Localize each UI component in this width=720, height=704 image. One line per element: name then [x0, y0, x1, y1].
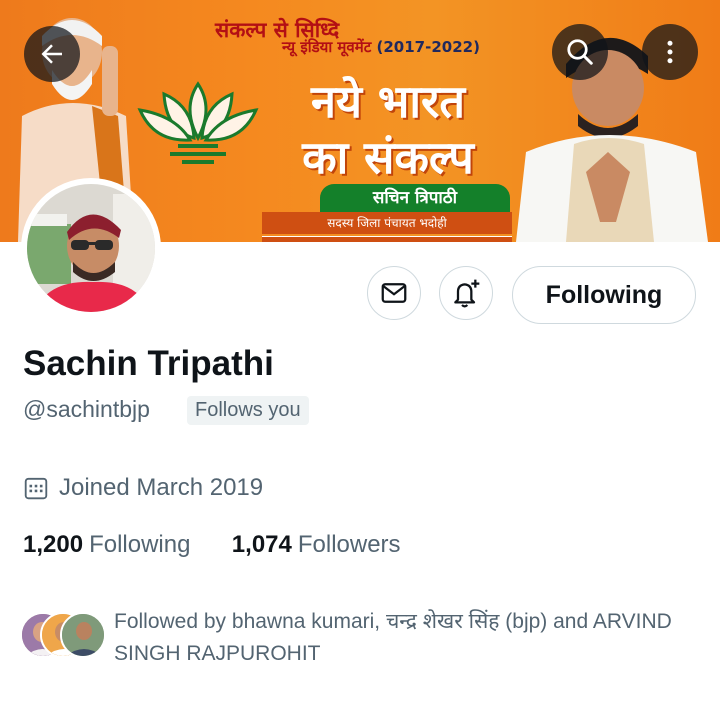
more-vertical-icon	[667, 40, 673, 64]
followers-count: 1,074	[231, 531, 292, 558]
banner-years: (2017-2022)	[376, 38, 480, 56]
profile-avatar[interactable]	[21, 178, 161, 318]
following-label: Following	[89, 531, 191, 558]
notifications-button[interactable]	[439, 266, 493, 320]
arrow-left-icon	[41, 44, 62, 64]
more-button[interactable]	[642, 24, 698, 80]
followers-stat-link[interactable]: 1,074 Followers	[232, 531, 401, 558]
followed-by-avatars[interactable]	[20, 612, 106, 658]
avatar-image	[27, 184, 155, 312]
banner-movement: न्यू इंडिया मूवमेंट (2017-2022)	[282, 37, 480, 57]
followers-label: Followers	[297, 531, 401, 558]
banner-title-line1: नये भारत	[310, 75, 466, 128]
bjp-lotus-logo	[137, 81, 259, 164]
search-icon	[567, 39, 593, 65]
follower-avatar	[60, 612, 106, 658]
following-button[interactable]: Following	[512, 266, 696, 324]
back-button[interactable]	[24, 26, 80, 82]
banner-title: नये भारत का संकल्प	[258, 74, 518, 186]
joined-date-row: Joined March 2019	[23, 474, 263, 502]
calendar-icon	[24, 477, 48, 500]
banner-designation: सदस्य जिला पंचायत भदोही	[262, 212, 512, 234]
banner-movement-text: न्यू इंडिया मूवमेंट	[282, 38, 372, 56]
follow-stats: 1,200 Following 1,074 Followers	[23, 531, 401, 559]
follows-you-badge: Follows you	[187, 396, 309, 425]
followed-by-text[interactable]: Followed by bhawna kumari, चन्द्र शेखर स…	[114, 606, 704, 670]
bell-plus-icon	[454, 279, 480, 308]
banner-strip	[262, 236, 512, 242]
banner-name: सचिन त्रिपाठी	[320, 184, 510, 212]
banner-title-line2: का संकल्प	[302, 131, 474, 184]
following-stat-link[interactable]: 1,200 Following	[23, 531, 197, 558]
joined-date: Joined March 2019	[59, 474, 264, 501]
following-count: 1,200	[23, 531, 84, 558]
user-handle: @sachintbjp	[23, 396, 150, 422]
envelope-icon	[381, 283, 407, 303]
display-name: Sachin Tripathi	[23, 344, 274, 383]
avatar-photo	[27, 184, 155, 312]
search-button[interactable]	[552, 24, 608, 80]
message-button[interactable]	[367, 266, 421, 320]
